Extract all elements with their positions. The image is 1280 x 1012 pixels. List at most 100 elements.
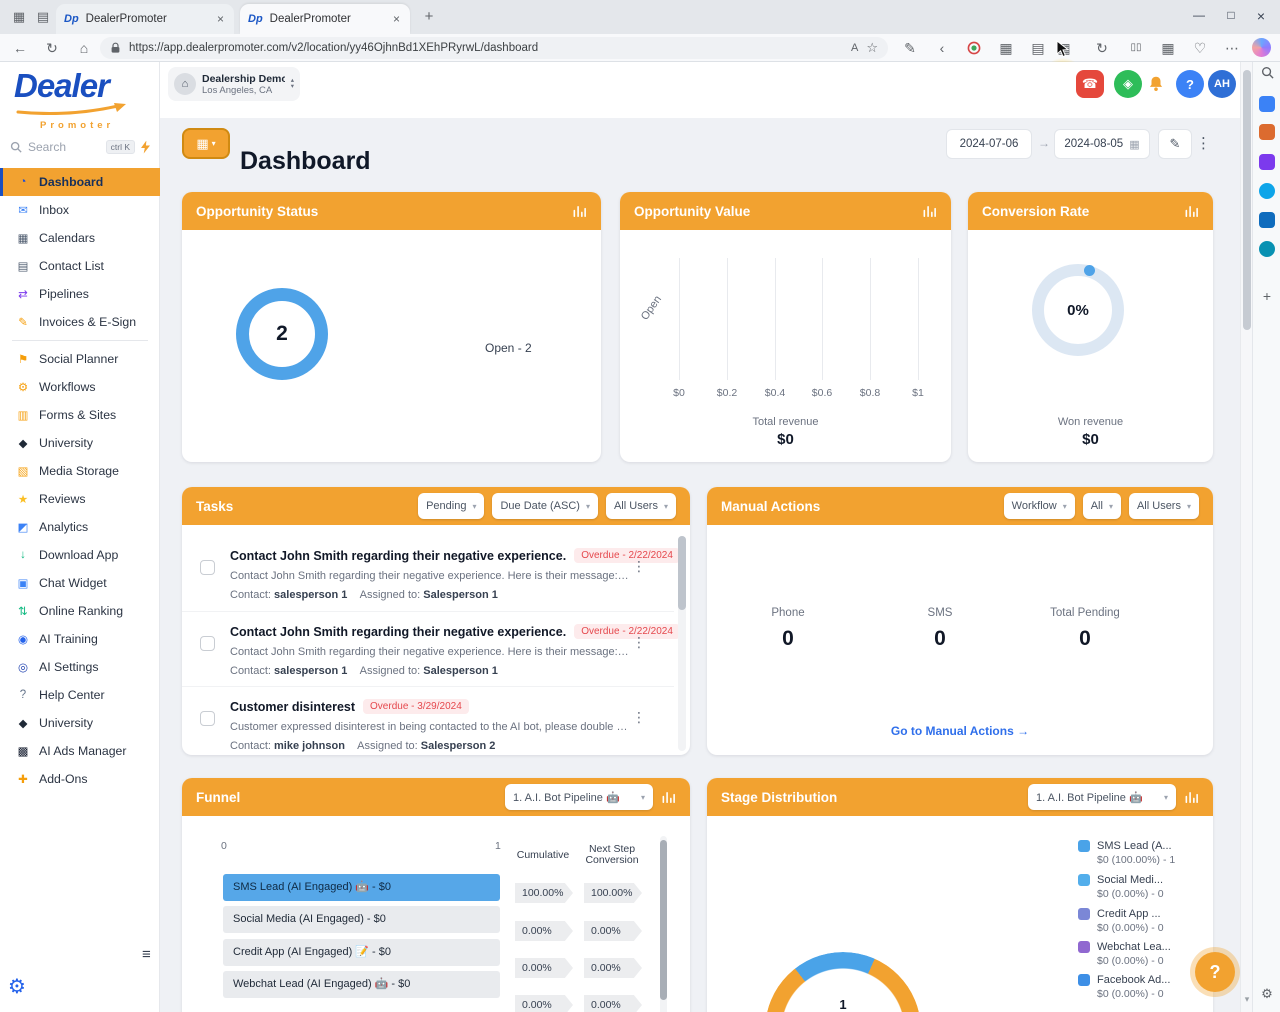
page-scrollbar[interactable]: ▾ <box>1240 62 1252 1012</box>
scroll-down-icon[interactable]: ▾ <box>1241 994 1253 1005</box>
sidebar-collapse-icon[interactable]: ≡ <box>142 946 151 963</box>
workflow-filter[interactable]: Workflow ▾ <box>1003 493 1075 519</box>
window-maximize-button[interactable]: □ <box>1216 8 1246 22</box>
url-text[interactable]: https://app.dealerpromoter.com/v2/locati… <box>129 42 843 54</box>
favorite-star-icon[interactable]: ☆ <box>866 40 878 56</box>
sidebar-item-download-app[interactable]: ↓ Download App <box>0 541 160 569</box>
read-aloud-icon[interactable]: A <box>851 42 858 54</box>
tasks-scrollbar[interactable] <box>678 536 686 751</box>
task-kebab-icon[interactable]: ⋮ <box>632 558 646 575</box>
help-icon[interactable]: ? <box>1176 70 1204 98</box>
edge-add-icon[interactable]: + <box>1259 288 1275 304</box>
address-bar[interactable]: https://app.dealerpromoter.com/v2/locati… <box>100 37 888 59</box>
legend-item[interactable]: SMS Lead (A... $0 (100.00%) - 1 <box>1078 840 1210 866</box>
legend-item[interactable]: Credit App ... $0 (0.00%) - 0 <box>1078 908 1210 934</box>
date-to-input[interactable]: 2024-08-05 ▦ <box>1054 129 1150 159</box>
extension-icon-1[interactable]: ▦ <box>994 38 1018 58</box>
sidebar-item-forms-sites[interactable]: ▥ Forms & Sites <box>0 401 160 429</box>
phone-icon[interactable]: ☎ <box>1076 70 1104 98</box>
sidebar-item-calendars[interactable]: ▦ Calendars <box>0 224 160 252</box>
funnel-bar-social-media[interactable]: Social Media (AI Engaged) - $0 <box>223 906 500 933</box>
go-to-manual-actions-link[interactable]: Go to Manual Actions → <box>707 724 1213 738</box>
extension-icon-2[interactable]: ▤ <box>1026 38 1050 58</box>
chart-options-icon[interactable] <box>1184 790 1199 805</box>
sidebar-search[interactable]: Search ctrl K <box>10 136 150 158</box>
task-checkbox[interactable] <box>200 636 215 651</box>
split-screen-icon[interactable]: ▯▯ <box>1124 38 1148 58</box>
sidebar-item-dashboard[interactable]: ◔ Dashboard <box>0 168 160 196</box>
location-selector[interactable]: ⌂ Dealership Demo Los Angeles, CA ▴ ▾ <box>168 67 300 101</box>
refresh-icon[interactable]: ↻ <box>40 38 64 58</box>
user-avatar[interactable]: AH <box>1208 70 1236 98</box>
funnel-bar-credit-app[interactable]: Credit App (AI Engaged) 📝 - $0 <box>223 939 500 966</box>
type-filter[interactable]: All ▾ <box>1082 493 1121 519</box>
sidebar-item-online-ranking[interactable]: ⇅ Online Ranking <box>0 597 160 625</box>
tasks-user-filter[interactable]: All Users ▾ <box>605 493 676 519</box>
task-kebab-icon[interactable]: ⋮ <box>632 709 646 726</box>
funnel-scrollbar-thumb[interactable] <box>660 840 667 1000</box>
sidebar-item-ai-ads-manager[interactable]: ▩ AI Ads Manager <box>0 737 160 765</box>
sidebar-item-add-ons[interactable]: ✚ Add-Ons <box>0 765 160 793</box>
task-kebab-icon[interactable]: ⋮ <box>632 634 646 651</box>
tab-close-icon[interactable]: × <box>215 12 226 26</box>
tab-close-icon[interactable]: × <box>391 12 402 26</box>
edit-dashboard-button[interactable]: ✎ <box>1158 129 1192 159</box>
browser-tab-2[interactable]: Dp DealerPromoter × <box>240 4 410 34</box>
notifications-bell-icon[interactable] <box>1142 70 1170 98</box>
page-scrollbar-thumb[interactable] <box>1243 70 1251 330</box>
workspace-icon[interactable]: ▤ <box>32 8 54 26</box>
dashboard-switcher-button[interactable]: ▦ ▾ <box>182 128 230 159</box>
lightning-icon[interactable] <box>141 140 150 154</box>
collections-icon[interactable]: ▦ <box>1156 38 1180 58</box>
settings-more-icon[interactable]: ⋯ <box>1220 38 1244 58</box>
sidebar-item-reviews[interactable]: ★ Reviews <box>0 485 160 513</box>
tasks-scrollbar-thumb[interactable] <box>678 536 686 610</box>
sidebar-item-chat-widget[interactable]: ▣ Chat Widget <box>0 569 160 597</box>
settings-gear-icon[interactable]: ⚙ <box>8 974 26 999</box>
task-item[interactable]: Contact John Smith regarding their negat… <box>182 536 680 611</box>
pencil-extension-icon[interactable]: ✎ <box>898 38 922 58</box>
help-fab-button[interactable]: ? <box>1195 952 1235 992</box>
stage-pipeline-select[interactable]: 1. A.I. Bot Pipeline 🤖 ▾ <box>1028 784 1176 810</box>
edge-search-icon[interactable] <box>1259 66 1275 82</box>
tasks-sort-filter[interactable]: Due Date (ASC) ▾ <box>492 493 598 519</box>
home-icon[interactable]: ⌂ <box>72 38 96 58</box>
marketplace-icon[interactable]: ◈ <box>1114 70 1142 98</box>
sync-icon[interactable]: ↻ <box>1090 38 1114 58</box>
edge-settings-gear-icon[interactable]: ⚙ <box>1259 986 1275 1002</box>
orange-box-icon[interactable] <box>1259 124 1275 140</box>
chart-options-icon[interactable] <box>572 204 587 219</box>
task-item[interactable]: Contact John Smith regarding their negat… <box>182 611 680 686</box>
legend-item[interactable]: Social Medi... $0 (0.00%) - 0 <box>1078 874 1210 900</box>
sidebar-item-university[interactable]: ◆ University <box>0 429 160 457</box>
funnel-pipeline-select[interactable]: 1. A.I. Bot Pipeline 🤖 ▾ <box>505 784 653 810</box>
sidebar-item-help-center[interactable]: ? Help Center <box>0 681 160 709</box>
funnel-bar-webchat-lead[interactable]: Webchat Lead (AI Engaged) 🤖 - $0 <box>223 971 500 998</box>
browser-tab-1[interactable]: Dp DealerPromoter × <box>56 4 234 34</box>
task-checkbox[interactable] <box>200 560 215 575</box>
outlook-icon[interactable] <box>1259 212 1275 228</box>
task-checkbox[interactable] <box>200 711 215 726</box>
task-item[interactable]: Customer disinterest Overdue - 3/29/2024… <box>182 686 674 755</box>
legend-item[interactable]: Facebook Ad... $0 (0.00%) - 0 <box>1078 974 1210 1000</box>
sidebar-item-inbox[interactable]: ✉ Inbox <box>0 196 160 224</box>
tab-menu-icon[interactable]: ▦ <box>8 8 30 26</box>
sidebar-item-ai-training[interactable]: ◉ AI Training <box>0 625 160 653</box>
blue-tag-icon[interactable] <box>1259 96 1275 112</box>
sidebar-item-university-2[interactable]: ◆ University <box>0 709 160 737</box>
chart-options-icon[interactable] <box>1184 204 1199 219</box>
user-filter[interactable]: All Users ▾ <box>1128 493 1199 519</box>
sidebar-item-social-planner[interactable]: ⚑ Social Planner <box>0 345 160 373</box>
sidebar-item-media-storage[interactable]: ▧ Media Storage <box>0 457 160 485</box>
extensions-collapse-icon[interactable]: ‹ <box>930 38 954 58</box>
tasks-status-filter[interactable]: Pending ▾ <box>418 493 485 519</box>
sidebar-item-invoices-esign[interactable]: ✎ Invoices & E-Sign <box>0 308 160 336</box>
purple-app-icon[interactable] <box>1259 154 1275 170</box>
teal-app-icon[interactable] <box>1259 241 1275 257</box>
funnel-bar-sms-lead[interactable]: SMS Lead (AI Engaged) 🤖 - $0 <box>223 874 500 901</box>
sidebar-item-contact-list[interactable]: ▤ Contact List <box>0 252 160 280</box>
back-icon[interactable]: ← <box>8 38 32 58</box>
chart-options-icon[interactable] <box>922 204 937 219</box>
sidebar-item-pipelines[interactable]: ⇄ Pipelines <box>0 280 160 308</box>
recorder-extension-icon[interactable] <box>962 38 986 58</box>
